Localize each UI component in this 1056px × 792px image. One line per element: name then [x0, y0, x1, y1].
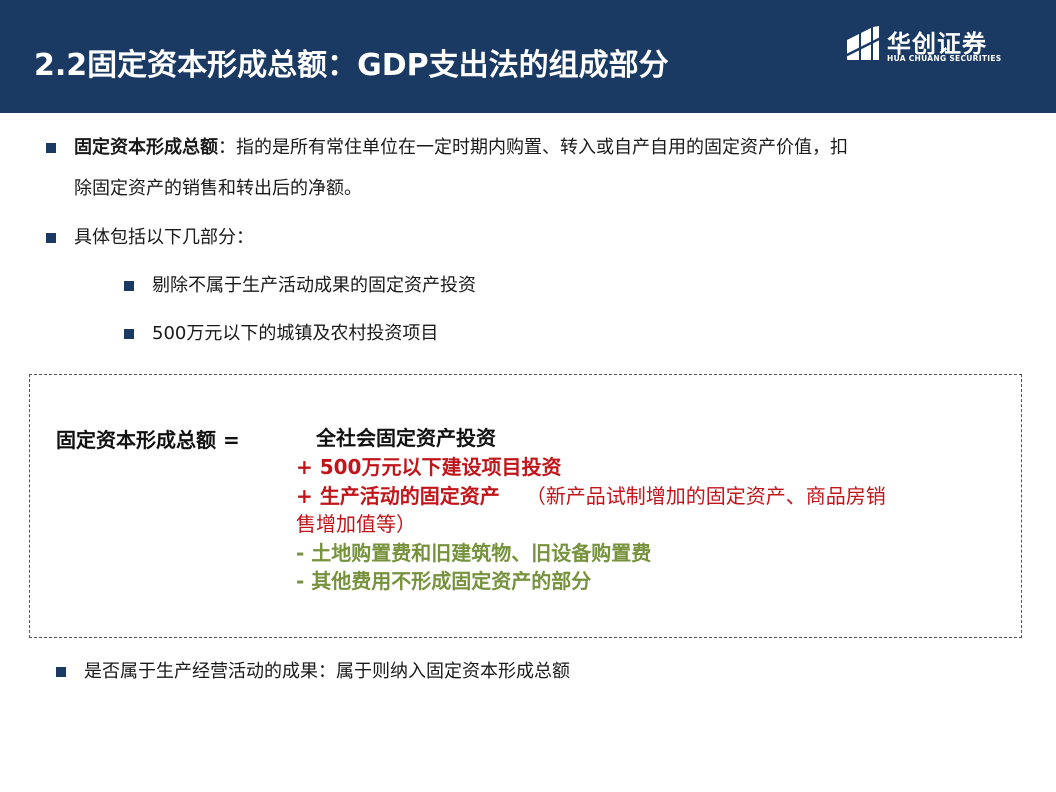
formula-line-sub-land: - 土地购置费和旧建筑物、旧设备购置费 — [296, 541, 652, 565]
bullet-marker — [56, 667, 66, 677]
formula-line-add-production: + 生产活动的固定资产 （新产品试制增加的固定资产、商品房销 — [296, 482, 886, 510]
formula-line-total: 全社会固定资产投资 — [316, 426, 496, 450]
bullet-components: 具体包括以下几部分： — [74, 227, 254, 248]
formula-production-note: （新产品试制增加的固定资产、商品房销 — [525, 484, 886, 508]
sub-bullet-marker — [124, 329, 134, 339]
formula-line-sub-other: - 其他费用不形成固定资产的部分 — [296, 569, 592, 593]
sub-bullet-small-projects: 500万元以下的城镇及农村投资项目 — [152, 323, 439, 344]
bullet-criterion: 是否属于生产经营活动的成果：属于则纳入固定资本形成总额 — [84, 661, 570, 682]
logo-text-en: HUA CHUANG SECURITIES — [887, 54, 1002, 63]
sub-bullet-exclude: 剔除不属于生产活动成果的固定资产投资 — [152, 275, 476, 296]
logo-icon — [845, 26, 881, 60]
page-title: 2.2固定资本形成总额：GDP支出法的组成部分 — [34, 48, 669, 83]
definition-text-cont: 除固定资产的销售和转出后的净额。 — [74, 178, 362, 199]
formula-line-add-small: + 500万元以下建设项目投资 — [296, 455, 562, 479]
header-bar: 2.2固定资本形成总额：GDP支出法的组成部分 华创证券 HUA CHUANG … — [0, 0, 1056, 113]
definition-term: 固定资本形成总额 — [74, 137, 218, 158]
formula-production-note-cont: 售增加值等） — [296, 512, 416, 536]
bullet-marker — [46, 233, 56, 243]
sub-bullet-marker — [124, 281, 134, 291]
formula-label: 固定资本形成总额 = — [56, 428, 240, 452]
bullet-definition: 固定资本形成总额：指的是所有常住单位在一定时期内购置、转入或自产自用的固定资产价… — [74, 131, 848, 165]
company-logo: 华创证券 HUA CHUANG SECURITIES — [845, 26, 1005, 70]
bullet-marker — [46, 143, 56, 153]
formula-production-main: + 生产活动的固定资产 — [296, 484, 500, 508]
definition-text: ：指的是所有常住单位在一定时期内购置、转入或自产自用的固定资产价值，扣 — [218, 137, 848, 158]
